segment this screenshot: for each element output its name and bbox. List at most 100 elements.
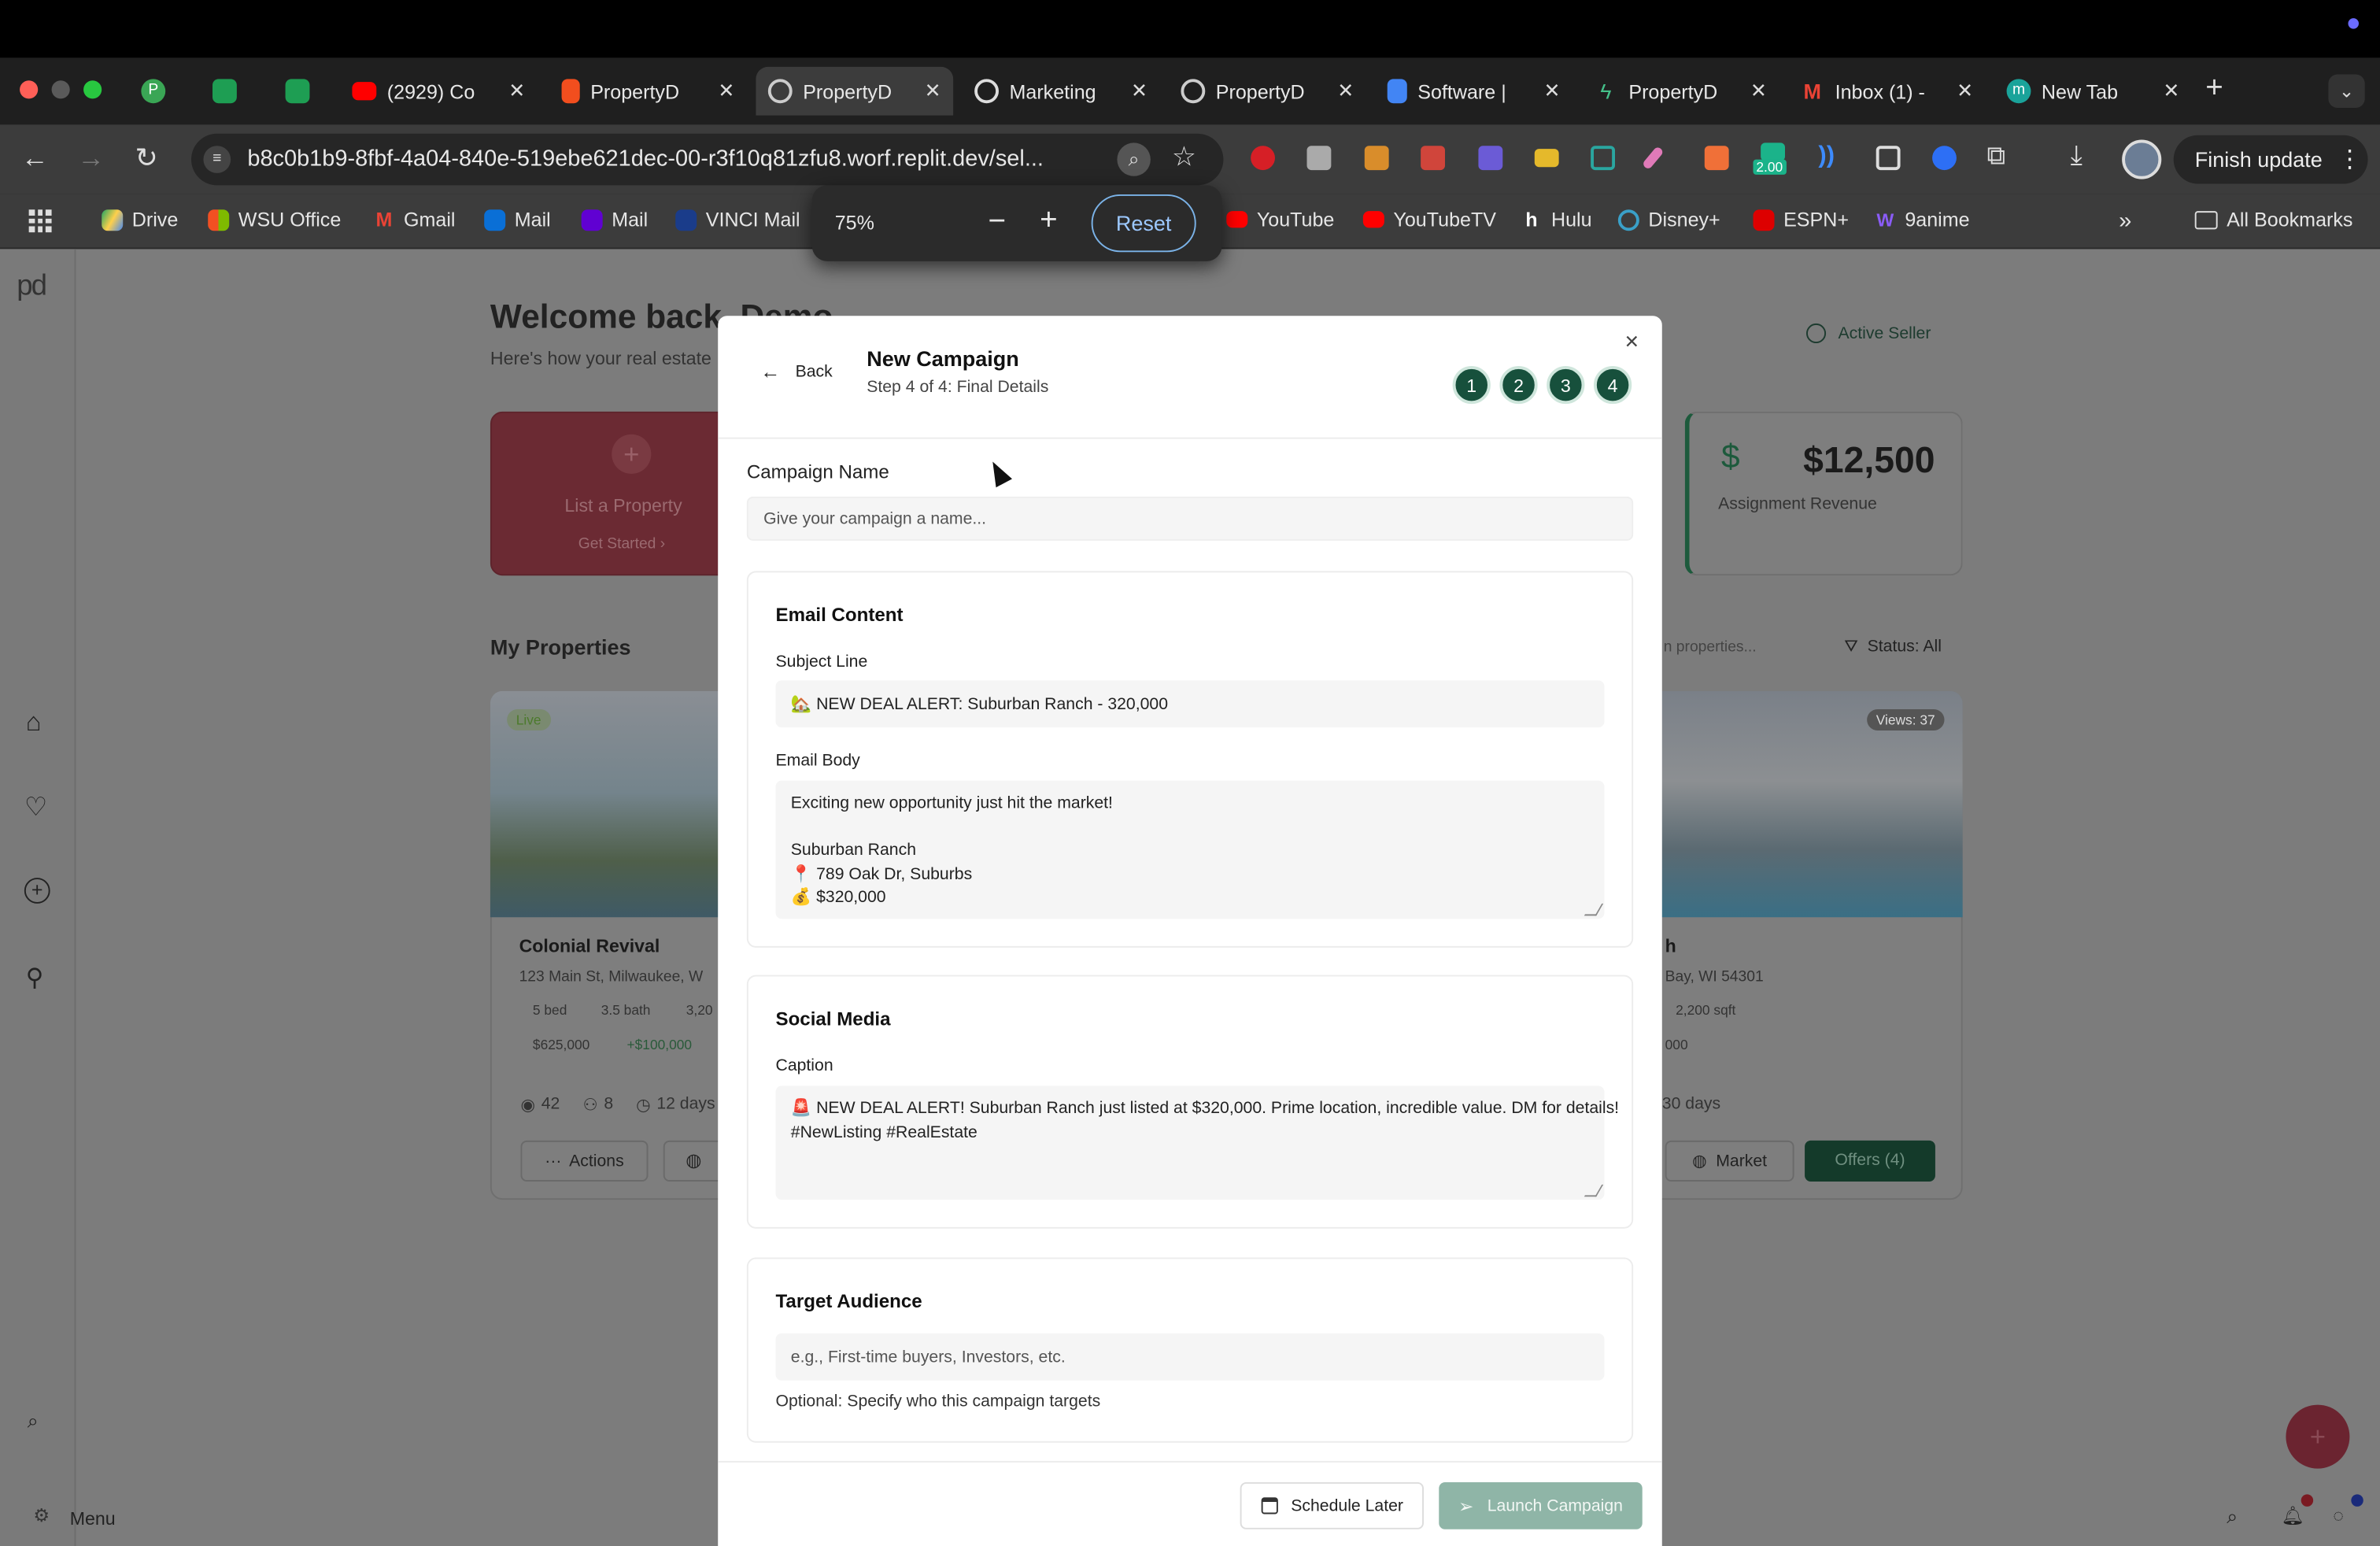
email-body-textarea[interactable]: Exciting new opportunity just hit the ma… bbox=[775, 780, 1605, 919]
extension-info-icon[interactable] bbox=[1932, 146, 1957, 171]
menu-gear-icon[interactable]: ⚙ bbox=[33, 1505, 50, 1526]
reload-icon[interactable]: ↻ bbox=[135, 142, 158, 175]
close-tab-icon[interactable]: ✕ bbox=[718, 79, 734, 103]
back-arrow-icon[interactable]: ← bbox=[21, 142, 49, 175]
market-globe-button[interactable]: ◍ bbox=[663, 1140, 724, 1182]
bell-icon[interactable]: 🔔︎ bbox=[2282, 1505, 2304, 1526]
tab-search-chevron-icon[interactable]: ⌄ bbox=[2328, 74, 2365, 108]
extension-wave-icon[interactable]: )) bbox=[1818, 142, 1835, 170]
tab-pinned-3[interactable] bbox=[275, 67, 320, 116]
tab-pinned-2[interactable] bbox=[201, 67, 247, 116]
zoom-out-button[interactable]: − bbox=[988, 205, 1006, 239]
tab-software[interactable]: Software | ✕ bbox=[1375, 67, 1572, 116]
close-tab-icon[interactable]: ✕ bbox=[508, 79, 525, 103]
extension-windows-icon[interactable] bbox=[1876, 146, 1901, 171]
extension-gray-icon[interactable] bbox=[1306, 146, 1332, 171]
new-campaign-modal: ← Back New Campaign Step 4 of 4: Final De… bbox=[718, 316, 1662, 1546]
launch-campaign-button[interactable]: ➢ Launch Campaign bbox=[1439, 1481, 1643, 1529]
extension-orange-icon[interactable] bbox=[1364, 146, 1389, 171]
bookmark-hulu[interactable]: h Hulu bbox=[1521, 208, 1591, 231]
add-circle-icon[interactable]: + bbox=[24, 878, 50, 904]
fab-add-button[interactable]: + bbox=[2286, 1404, 2350, 1469]
subject-line-input[interactable]: 🏡 NEW DEAL ALERT: Suburban Ranch - 320,0… bbox=[775, 680, 1605, 728]
more-bookmarks-chevron-icon[interactable]: » bbox=[2119, 208, 2131, 234]
close-tab-icon[interactable]: ✕ bbox=[1750, 79, 1767, 103]
tab-marketing[interactable]: Marketing ✕ bbox=[963, 67, 1160, 116]
extensions-puzzle-icon[interactable]: ⧉ bbox=[1986, 141, 2005, 172]
get-started-link[interactable]: Get Started › bbox=[578, 536, 665, 553]
active-seller-badge: Active Seller bbox=[1805, 323, 1931, 344]
download-icon[interactable]: ⤓ bbox=[2071, 139, 2082, 172]
bookmark-9anime[interactable]: W 9anime bbox=[1875, 208, 1969, 231]
bookmark-espn[interactable]: ESPN+ bbox=[1753, 208, 1849, 231]
close-tab-icon[interactable]: ✕ bbox=[2163, 79, 2179, 103]
site-info-icon[interactable]: ≡ bbox=[203, 146, 231, 173]
send-icon: ➢ bbox=[1458, 1495, 1474, 1517]
extension-percent-icon[interactable] bbox=[1704, 146, 1729, 171]
zoom-magnifier-icon[interactable]: ⌕ bbox=[1117, 142, 1151, 176]
market-button[interactable]: ◍ Market bbox=[1665, 1140, 1794, 1182]
actions-button[interactable]: ··· Actions bbox=[520, 1140, 649, 1182]
status-filter[interactable]: ⛛ Status: All bbox=[1844, 638, 1942, 657]
close-window-button[interactable] bbox=[20, 80, 39, 99]
profile-avatar[interactable] bbox=[2122, 139, 2162, 179]
schedule-later-button[interactable]: Schedule Later bbox=[1240, 1481, 1424, 1529]
back-button[interactable]: ← Back bbox=[760, 360, 833, 383]
maximize-window-button[interactable] bbox=[83, 80, 102, 99]
apps-grid-icon[interactable] bbox=[28, 209, 52, 233]
close-tab-icon[interactable]: ✕ bbox=[1337, 79, 1354, 103]
close-tab-icon[interactable]: ✕ bbox=[925, 79, 941, 103]
caption-textarea[interactable]: 🚨 NEW DEAL ALERT! Suburban Ranch just li… bbox=[775, 1086, 1619, 1200]
tab-propertyd-3[interactable]: ϟ PropertyD ✕ bbox=[1582, 67, 1779, 116]
target-audience-input[interactable]: e.g., First-time buyers, Investors, etc. bbox=[775, 1333, 1605, 1381]
bookmark-wsu-office[interactable]: WSU Office bbox=[208, 208, 341, 231]
property-search-input[interactable]: n properties... bbox=[1664, 639, 1757, 656]
new-tab-plus-icon[interactable]: + bbox=[2205, 72, 2223, 106]
extension-hand-icon[interactable] bbox=[1251, 146, 1275, 171]
bookmark-disney[interactable]: Disney+ bbox=[1617, 208, 1720, 231]
home-icon[interactable]: ⌂ bbox=[26, 708, 42, 738]
bookmark-drive[interactable]: Drive bbox=[102, 208, 178, 231]
bookmark-yahoo-mail[interactable]: Mail bbox=[581, 208, 648, 231]
close-icon[interactable]: ✕ bbox=[1624, 331, 1639, 353]
drive-icon bbox=[102, 209, 124, 231]
url-text[interactable]: b8c0b1b9-8fbf-4a04-840e-519ebe621dec-00-… bbox=[247, 146, 1100, 172]
campaign-name-input[interactable]: Give your campaign a name... bbox=[746, 496, 1634, 541]
search-icon[interactable]: ⌕ bbox=[28, 1409, 39, 1433]
bookmark-youtube[interactable]: YouTube bbox=[1226, 208, 1334, 231]
offers-button[interactable]: Offers (4) bbox=[1805, 1140, 1935, 1182]
tab-propertyd-2[interactable]: PropertyD ✕ bbox=[1169, 67, 1366, 116]
all-bookmarks[interactable]: All Bookmarks bbox=[2194, 208, 2352, 231]
tab-pinned-1[interactable]: P bbox=[131, 67, 176, 116]
email-body-line: 💰 $320,000 bbox=[790, 888, 886, 907]
menu-label[interactable]: Menu bbox=[70, 1508, 116, 1529]
bookmark-star-icon[interactable]: ☆ bbox=[1172, 141, 1196, 173]
extension-stack-icon[interactable] bbox=[1421, 146, 1445, 171]
close-tab-icon[interactable]: ✕ bbox=[1957, 79, 1973, 103]
user-icon[interactable]: ⚲ bbox=[26, 963, 44, 993]
bookmark-outlook-mail[interactable]: Mail bbox=[484, 208, 551, 231]
app-logo[interactable]: pd bbox=[17, 270, 47, 303]
forward-arrow-icon[interactable]: → bbox=[77, 142, 105, 175]
bookmark-vinci-mail[interactable]: VINCI Mail bbox=[675, 208, 800, 231]
tab-youtube[interactable]: (2929) Co ✕ bbox=[340, 67, 538, 116]
chat-icon[interactable]: ◌ bbox=[2333, 1505, 2344, 1526]
finish-update-button[interactable]: Finish update ⋮ bbox=[2173, 135, 2368, 184]
close-tab-icon[interactable]: ✕ bbox=[1131, 79, 1148, 103]
heart-icon[interactable]: ♡ bbox=[24, 793, 47, 823]
zoom-reset-button[interactable]: Reset bbox=[1091, 194, 1196, 253]
extension-p-icon[interactable] bbox=[1478, 146, 1503, 171]
bottom-search-icon[interactable]: ⌕ bbox=[2227, 1505, 2238, 1529]
bookmark-gmail[interactable]: M Gmail bbox=[373, 208, 455, 231]
extension-badge[interactable]: 2.00 bbox=[1753, 142, 1795, 179]
tab-propertyd-active[interactable]: PropertyD ✕ bbox=[756, 66, 954, 116]
tab-new-tab[interactable]: m New Tab ✕ bbox=[1994, 67, 2192, 116]
close-tab-icon[interactable]: ✕ bbox=[1544, 79, 1561, 103]
extension-folder-icon[interactable] bbox=[1534, 149, 1559, 168]
minimize-window-button[interactable] bbox=[51, 80, 70, 99]
bookmark-youtubetv[interactable]: YouTubeTV bbox=[1362, 208, 1496, 231]
extension-s-icon[interactable] bbox=[1591, 146, 1615, 171]
zoom-in-button[interactable]: + bbox=[1040, 204, 1058, 239]
tab-propertyd-1[interactable]: PropertyD ✕ bbox=[549, 67, 747, 116]
tab-inbox[interactable]: M Inbox (1) - ✕ bbox=[1788, 67, 1986, 116]
